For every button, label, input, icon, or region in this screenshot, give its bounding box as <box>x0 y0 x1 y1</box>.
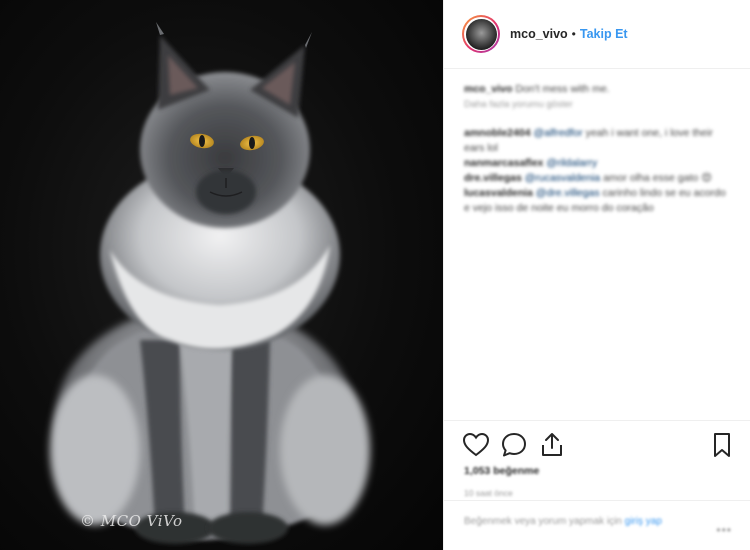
share-icon[interactable] <box>538 431 566 459</box>
avatar-ring <box>464 17 498 51</box>
cat-illustration <box>50 22 370 544</box>
comment-placeholder: Beğenmek veya yorum yapmak için <box>464 516 622 527</box>
comment-mention[interactable]: @dre.villegas <box>536 187 600 199</box>
comment-icon[interactable] <box>500 431 528 459</box>
login-link[interactable]: giriş yap <box>625 516 662 527</box>
comment-mention[interactable]: @rildalarry <box>546 157 597 169</box>
comment-mention[interactable]: @alfredfor <box>533 127 582 139</box>
post-header: mco_vivo • Takip Et <box>444 0 750 69</box>
like-count[interactable]: 1,053 beğenme <box>464 465 539 477</box>
comment-box: Beğenmek veya yorum yapmak için giriş ya… <box>444 500 750 550</box>
bookmark-icon[interactable] <box>708 431 736 459</box>
list-item: nanmarcasaflex @rildalarry <box>464 156 734 171</box>
header-username[interactable]: mco_vivo <box>510 27 568 41</box>
heart-icon[interactable] <box>462 431 490 459</box>
post-side-panel: mco_vivo • Takip Et mco_vivo Don't mess … <box>443 0 750 550</box>
photo-watermark: © MCO ViVo <box>80 512 183 530</box>
avatar[interactable] <box>462 15 500 53</box>
post-timestamp[interactable]: 10 saat önce <box>464 488 513 498</box>
caption-meta[interactable]: Daha fazla yorumu göster <box>464 99 573 110</box>
action-icons <box>444 421 750 463</box>
caption-username[interactable]: mco_vivo <box>464 83 512 95</box>
follow-button[interactable]: Takip Et <box>580 27 628 41</box>
header-separator: • <box>571 27 576 41</box>
caption: mco_vivo Don't mess with me. Daha fazla … <box>464 82 734 112</box>
more-options-button[interactable]: ••• <box>716 523 732 537</box>
list-item: amnoble2404 @alfredfor yeah i want one, … <box>464 126 734 156</box>
comment-list: mco_vivo Don't mess with me. Daha fazla … <box>464 82 734 216</box>
comment-text: amor olha esse gato 😍 <box>600 172 713 184</box>
comment-username[interactable]: lucasvaldenia <box>464 187 533 199</box>
comment-mention[interactable]: @rucasvaldenia <box>525 172 600 184</box>
comment-username[interactable]: dre.villegas <box>464 172 522 184</box>
caption-text: Don't mess with me. <box>515 83 610 95</box>
instagram-post: © MCO ViVo mco_vivo • Takip Et mco_vivo … <box>0 0 750 550</box>
list-item: lucasvaldenia @dre.villegas carinho lind… <box>464 186 734 216</box>
action-bar: 1,053 beğenme 10 saat önce <box>444 420 750 498</box>
comment-username[interactable]: amnoble2404 <box>464 127 531 139</box>
avatar-image <box>465 18 497 50</box>
comment-login-prompt: Beğenmek veya yorum yapmak için giriş ya… <box>464 515 704 529</box>
comment-username[interactable]: nanmarcasaflex <box>464 157 543 169</box>
post-photo[interactable]: © MCO ViVo <box>0 0 443 550</box>
list-item: dre.villegas @rucasvaldenia amor olha es… <box>464 171 734 186</box>
